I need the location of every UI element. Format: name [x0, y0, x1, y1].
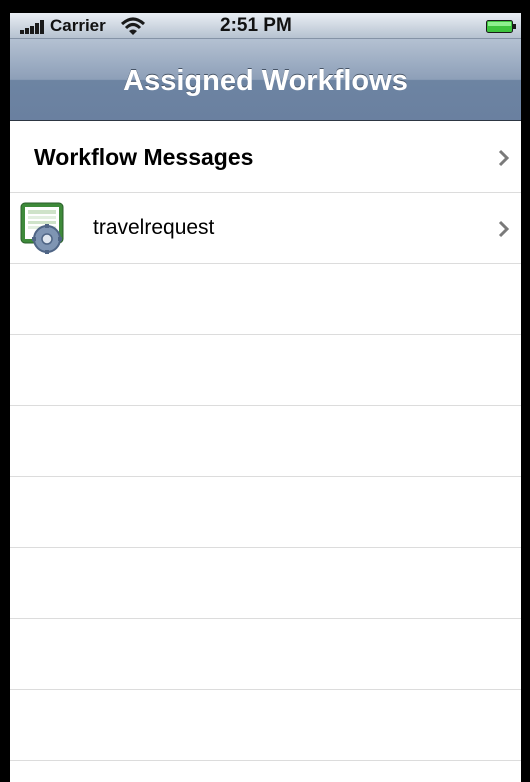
chevron-right-icon	[498, 149, 510, 167]
empty-row	[10, 335, 521, 406]
empty-row	[10, 690, 521, 761]
battery-icon	[486, 20, 516, 33]
list-item-travelrequest[interactable]: travelrequest	[10, 193, 521, 264]
wifi-icon	[120, 17, 146, 35]
phone-screen: Carrier 2:51 PM Assigned Workflows Workf…	[10, 13, 521, 782]
empty-row	[10, 619, 521, 690]
workflow-gear-icon	[20, 202, 64, 254]
chevron-right-icon	[498, 220, 510, 238]
list-item-label: Workflow Messages	[34, 144, 254, 170]
workflow-list: Workflow Messages travelrequest	[10, 122, 521, 761]
empty-row	[10, 406, 521, 477]
signal-bars-icon	[20, 20, 44, 34]
empty-row	[10, 477, 521, 548]
navigation-bar: Assigned Workflows	[10, 39, 521, 121]
list-item-label: travelrequest	[93, 216, 215, 239]
status-time: 2:51 PM	[220, 15, 292, 36]
list-item-workflow-messages[interactable]: Workflow Messages	[10, 122, 521, 193]
empty-row	[10, 548, 521, 619]
status-bar: Carrier 2:51 PM	[10, 13, 521, 39]
page-title: Assigned Workflows	[123, 65, 408, 97]
carrier-label: Carrier	[50, 16, 106, 35]
empty-row	[10, 264, 521, 335]
